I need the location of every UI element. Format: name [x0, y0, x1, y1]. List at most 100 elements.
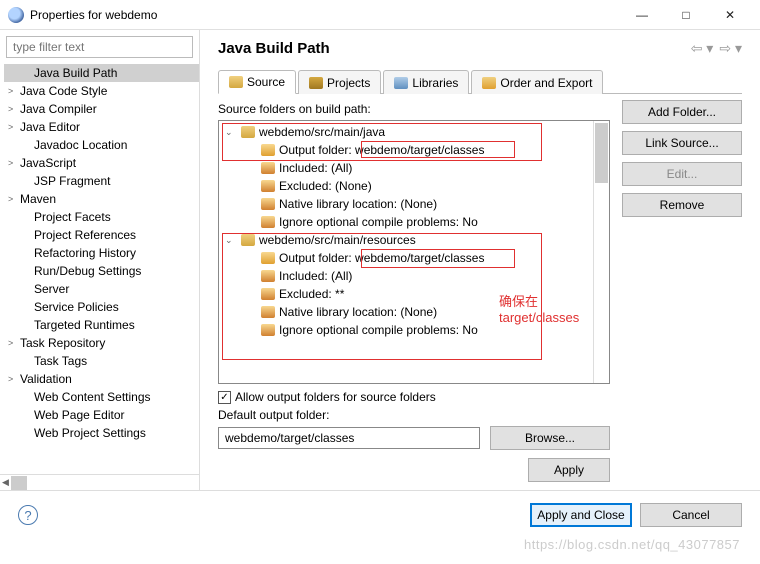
sidebar-item-web-project-settings[interactable]: Web Project Settings — [4, 424, 199, 442]
footer: ? Apply and Close Cancel — [0, 491, 760, 539]
folder-attr-row[interactable]: Ignore optional compile problems: No — [219, 213, 593, 231]
sidebar-item-java-editor[interactable]: >Java Editor — [4, 118, 199, 136]
tree-item-label: Web Content Settings — [34, 390, 151, 404]
tab-label: Source — [247, 75, 285, 89]
sidebar-item-refactoring-history[interactable]: Refactoring History — [4, 244, 199, 262]
category-tree[interactable]: Java Build Path>Java Code Style>Java Com… — [0, 64, 199, 474]
source-folders-box: ⌄webdemo/src/main/java Output folder: web… — [218, 120, 610, 384]
sidebar-item-validation[interactable]: >Validation — [4, 370, 199, 388]
tree-item-label: Service Policies — [34, 300, 119, 314]
collapse-icon[interactable]: ⌄ — [225, 127, 237, 138]
tab-label: Order and Export — [500, 76, 592, 90]
sidebar-item-java-code-style[interactable]: >Java Code Style — [4, 82, 199, 100]
page-heading: Java Build Path — [218, 40, 691, 57]
remove-button[interactable]: Remove — [622, 193, 742, 217]
tree-item-label: Targeted Runtimes — [34, 318, 135, 332]
sidebar-item-javascript[interactable]: >JavaScript — [4, 154, 199, 172]
sidebar-item-java-compiler[interactable]: >Java Compiler — [4, 100, 199, 118]
sidebar-item-targeted-runtimes[interactable]: Targeted Runtimes — [4, 316, 199, 334]
sidebar-item-service-policies[interactable]: Service Policies — [4, 298, 199, 316]
attr-text: Ignore optional compile problems: No — [279, 215, 478, 229]
attr-text: Included: (All) — [279, 269, 352, 283]
attr-icon — [261, 252, 275, 264]
tab-libraries[interactable]: Libraries — [383, 70, 469, 94]
tab-order-and-export[interactable]: Order and Export — [471, 70, 603, 94]
maximize-button[interactable]: □ — [664, 0, 708, 30]
attr-text: Native library location: (None) — [279, 197, 437, 211]
folders-vscroll[interactable] — [593, 121, 609, 383]
expand-icon: > — [8, 104, 20, 114]
nav-back-icon[interactable]: ⇦ ▾ — [691, 40, 714, 57]
allow-output-label: Allow output folders for source folders — [235, 390, 436, 404]
attr-icon — [261, 162, 275, 174]
nav-forward-icon[interactable]: ⇨ ▾ — [719, 40, 742, 57]
default-output-input[interactable] — [218, 427, 480, 449]
sidebar-item-task-tags[interactable]: Task Tags — [4, 352, 199, 370]
folder-attr-row[interactable]: Included: (All) — [219, 267, 593, 285]
scroll-left-icon[interactable]: ◀ — [2, 477, 9, 488]
cancel-button[interactable]: Cancel — [640, 503, 742, 527]
folder-attr-row[interactable]: Output folder: webdemo/target/classes — [219, 249, 593, 267]
folder-path: webdemo/src/main/resources — [259, 233, 416, 247]
tree-item-label: Javadoc Location — [34, 138, 127, 152]
edit-button[interactable]: Edit... — [622, 162, 742, 186]
tree-item-label: Java Compiler — [20, 102, 97, 116]
sidebar-hscroll[interactable]: ◀ — [0, 474, 199, 490]
minimize-button[interactable]: — — [620, 0, 664, 30]
tree-item-label: Web Project Settings — [34, 426, 146, 440]
attr-icon — [261, 198, 275, 210]
attr-icon — [261, 306, 275, 318]
close-button[interactable]: ✕ — [708, 0, 752, 30]
sidebar-item-web-page-editor[interactable]: Web Page Editor — [4, 406, 199, 424]
folder-attr-row[interactable]: Native library location: (None) — [219, 195, 593, 213]
folder-attr-row[interactable]: Output folder: webdemo/target/classes — [219, 141, 593, 159]
apply-button[interactable]: Apply — [528, 458, 610, 482]
attr-icon — [261, 216, 275, 228]
folder-attr-row[interactable]: Included: (All) — [219, 159, 593, 177]
app-icon — [8, 7, 24, 23]
help-icon[interactable]: ? — [18, 505, 38, 525]
tree-item-label: Project References — [34, 228, 136, 242]
scroll-thumb[interactable] — [595, 123, 608, 183]
tree-item-label: Project Facets — [34, 210, 111, 224]
attr-icon — [261, 324, 275, 336]
tab-source[interactable]: Source — [218, 70, 296, 94]
sidebar-item-project-facets[interactable]: Project Facets — [4, 208, 199, 226]
source-folder-row[interactable]: ⌄webdemo/src/main/java — [219, 123, 593, 141]
sidebar-item-project-references[interactable]: Project References — [4, 226, 199, 244]
source-folders-tree[interactable]: ⌄webdemo/src/main/java Output folder: web… — [219, 121, 593, 383]
attr-text: Ignore optional compile problems: No — [279, 323, 478, 337]
sidebar-item-javadoc-location[interactable]: Javadoc Location — [4, 136, 199, 154]
tree-item-label: Java Build Path — [34, 66, 117, 80]
scroll-thumb[interactable] — [11, 476, 27, 490]
default-output-label: Default output folder: — [218, 408, 610, 422]
expand-icon: > — [8, 158, 20, 168]
package-icon — [241, 234, 255, 246]
tree-item-label: Task Tags — [34, 354, 87, 368]
sidebar-item-maven[interactable]: >Maven — [4, 190, 199, 208]
add-folder-button[interactable]: Add Folder... — [622, 100, 742, 124]
browse-button[interactable]: Browse... — [490, 426, 610, 450]
expand-icon: > — [8, 338, 20, 348]
watermark: https://blog.csdn.net/qq_43077857 — [524, 537, 740, 552]
folder-attr-row[interactable]: Excluded: (None) — [219, 177, 593, 195]
attr-text: Native library location: (None) — [279, 305, 437, 319]
tab-projects[interactable]: Projects — [298, 70, 381, 94]
allow-output-checkbox[interactable]: ✓ — [218, 391, 231, 404]
expand-icon: > — [8, 194, 20, 204]
tree-item-label: Maven — [20, 192, 56, 206]
attr-text: Output folder: webdemo/target/classes — [279, 143, 484, 157]
sidebar-item-jsp-fragment[interactable]: JSP Fragment — [4, 172, 199, 190]
filter-input[interactable] — [6, 36, 193, 58]
apply-close-button[interactable]: Apply and Close — [530, 503, 632, 527]
window-title: Properties for webdemo — [30, 8, 620, 22]
sidebar-item-java-build-path[interactable]: Java Build Path — [4, 64, 199, 82]
sidebar-item-web-content-settings[interactable]: Web Content Settings — [4, 388, 199, 406]
sidebar-item-server[interactable]: Server — [4, 280, 199, 298]
sidebar: Java Build Path>Java Code Style>Java Com… — [0, 30, 200, 490]
link-source-button[interactable]: Link Source... — [622, 131, 742, 155]
collapse-icon[interactable]: ⌄ — [225, 235, 237, 246]
sidebar-item-task-repository[interactable]: >Task Repository — [4, 334, 199, 352]
sidebar-item-run-debug-settings[interactable]: Run/Debug Settings — [4, 262, 199, 280]
source-folder-row[interactable]: ⌄ webdemo/src/main/resources — [219, 231, 593, 249]
